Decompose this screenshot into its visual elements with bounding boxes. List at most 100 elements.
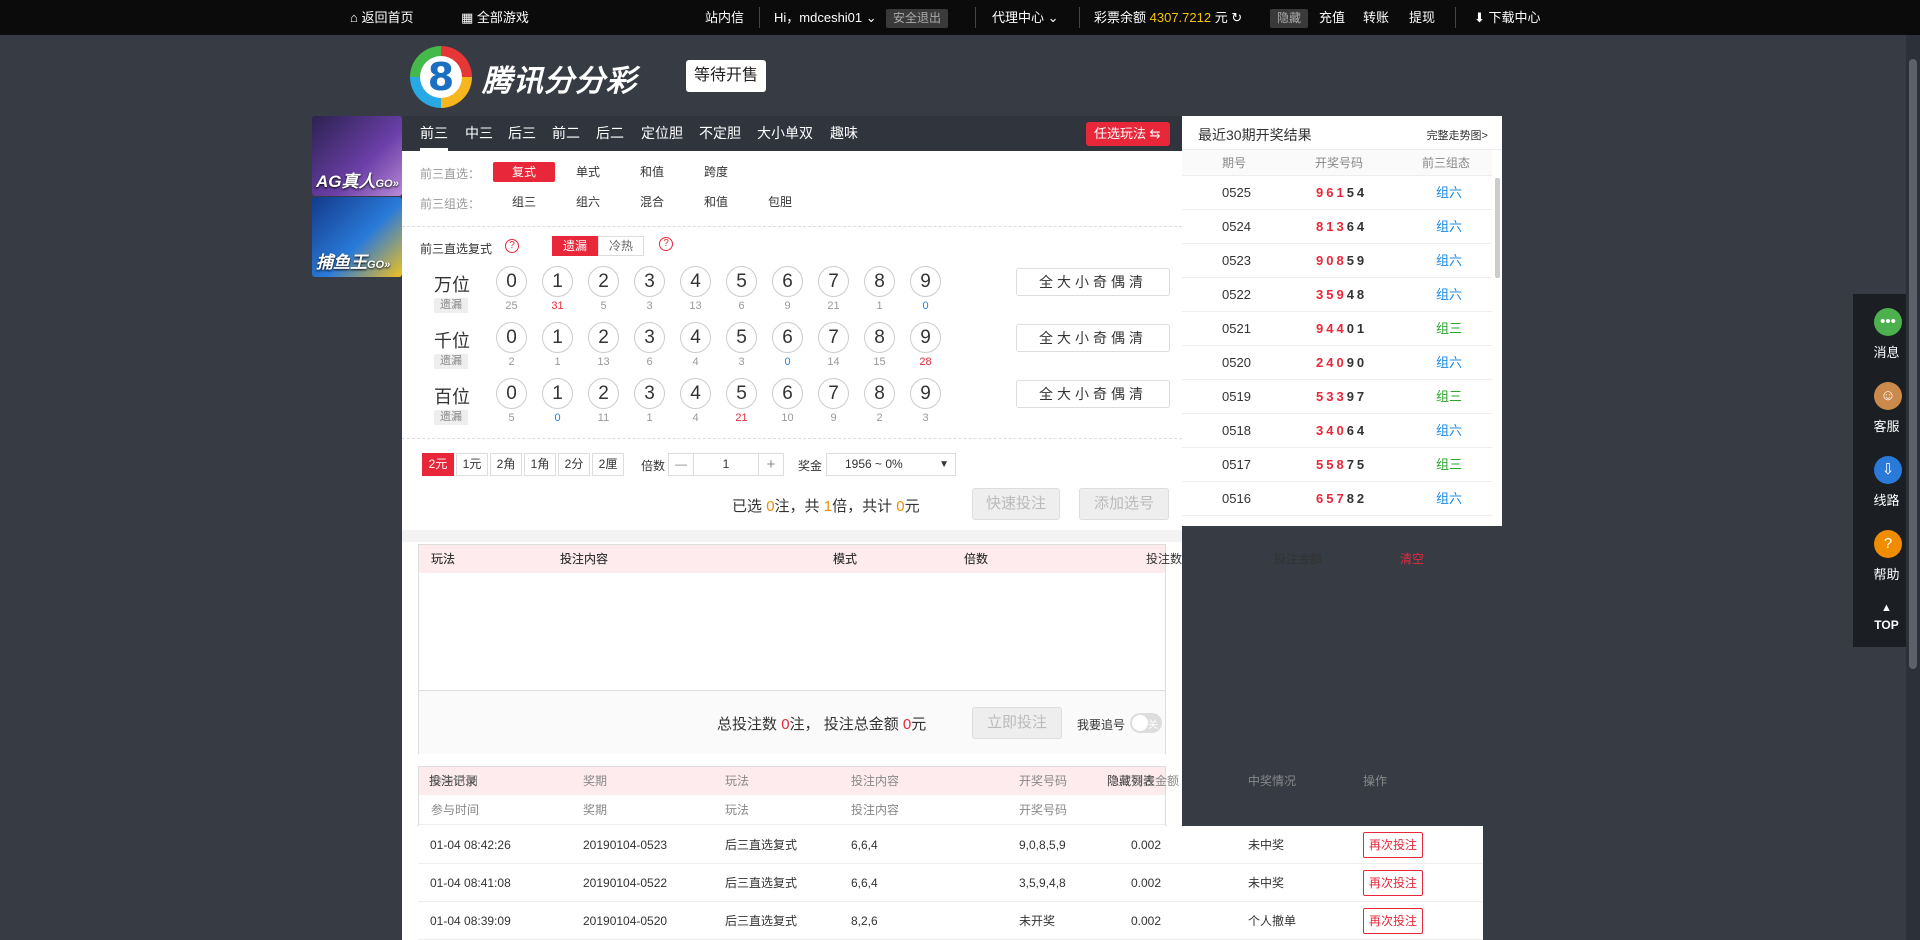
number-ball[interactable]: 2: [588, 266, 619, 297]
tab-size-odd-even[interactable]: 大小单双: [757, 116, 813, 151]
number-ball[interactable]: 7: [818, 266, 849, 297]
number-ball[interactable]: 5: [726, 266, 757, 297]
number-ball[interactable]: 4: [680, 266, 711, 297]
scrollbar-thumb[interactable]: [1909, 59, 1917, 669]
play-mixed[interactable]: 混合: [621, 192, 683, 212]
play-include[interactable]: 包胆: [749, 192, 811, 212]
tab-back-three[interactable]: 后三: [508, 116, 536, 151]
result-row: 0525 96154 组六: [1182, 176, 1492, 210]
results-columns: 期号 开奖号码 前三组态: [1182, 150, 1492, 176]
results-scrollbar[interactable]: [1495, 178, 1500, 278]
recent-results-panel: 最近30期开奖结果 完整走势图> 期号 开奖号码 前三组态 0525 96154 组…: [1182, 116, 1502, 526]
number-ball[interactable]: 1: [542, 266, 573, 297]
tab-front-three[interactable]: 前三: [420, 116, 448, 151]
ag-live-promo[interactable]: AG真人GO»: [312, 116, 402, 196]
unit-1jiao[interactable]: 1角: [524, 453, 556, 476]
number-ball[interactable]: 9: [910, 378, 941, 409]
help-icon[interactable]: ?: [659, 237, 673, 251]
number-ball[interactable]: 6: [772, 266, 803, 297]
number-ball[interactable]: 9: [910, 266, 941, 297]
number-ball[interactable]: 8: [864, 266, 895, 297]
rebet-button[interactable]: 再次投注: [1363, 908, 1423, 934]
multiple-plus-button[interactable]: +: [758, 453, 784, 476]
quick-select-buttons[interactable]: 全大小奇偶清: [1016, 268, 1170, 296]
unit-2fen[interactable]: 2分: [558, 453, 590, 476]
number-ball[interactable]: 2: [588, 378, 619, 409]
number-ball[interactable]: 8: [864, 322, 895, 353]
tab-back-two[interactable]: 后二: [596, 116, 624, 151]
number-ball[interactable]: 6: [772, 322, 803, 353]
tab-fun[interactable]: 趣味: [830, 116, 858, 151]
play-group-six[interactable]: 组六: [557, 192, 619, 212]
home-link[interactable]: ⌂ 返回首页: [350, 0, 414, 35]
clear-cart-link[interactable]: 清空: [1400, 545, 1424, 573]
miss-toggle[interactable]: 遗漏: [552, 236, 598, 256]
quick-select-buttons[interactable]: 全大小奇偶清: [1016, 324, 1170, 352]
rebet-button[interactable]: 再次投注: [1363, 832, 1423, 858]
tab-not-position[interactable]: 不定胆: [699, 116, 741, 151]
number-ball[interactable]: 1: [542, 378, 573, 409]
number-ball[interactable]: 0: [496, 378, 527, 409]
transfer-link[interactable]: 转账: [1363, 0, 1389, 35]
number-ball[interactable]: 8: [864, 378, 895, 409]
quick-select-buttons[interactable]: 全大小奇偶清: [1016, 380, 1170, 408]
tab-front-two[interactable]: 前二: [552, 116, 580, 151]
cart-footer: 总投注数 0注， 投注总金额 0元 立即投注 我要追号 关: [419, 690, 1165, 754]
prize-select[interactable]: 1956 ~ 0% ▼: [826, 453, 956, 476]
number-ball[interactable]: 4: [680, 378, 711, 409]
number-ball[interactable]: 5: [726, 378, 757, 409]
number-ball[interactable]: 7: [818, 322, 849, 353]
hide-balance-button[interactable]: 隐藏: [1270, 0, 1309, 35]
withdraw-link[interactable]: 提现: [1409, 0, 1435, 35]
user-menu[interactable]: Hi，mdceshi01 ⌄: [774, 0, 877, 35]
number-ball[interactable]: 2: [588, 322, 619, 353]
hot-cold-toggle[interactable]: 冷热: [598, 236, 644, 256]
number-ball[interactable]: 1: [542, 322, 573, 353]
play-sum[interactable]: 和值: [621, 162, 683, 182]
multiple-input[interactable]: 1: [693, 453, 759, 476]
add-number-button[interactable]: 添加选号: [1079, 488, 1169, 520]
unit-2jiao[interactable]: 2角: [490, 453, 522, 476]
top-bar: ⌂ 返回首页 ▦ 全部游戏 站内信 Hi，mdceshi01 ⌄ 安全退出 代理…: [0, 0, 1920, 35]
page-scrollbar[interactable]: [1906, 35, 1920, 940]
bet-now-button[interactable]: 立即投注: [972, 707, 1062, 739]
play-compound[interactable]: 复式: [493, 162, 555, 182]
tab-middle-three[interactable]: 中三: [465, 116, 493, 151]
number-ball[interactable]: 4: [680, 322, 711, 353]
help-icon[interactable]: ?: [505, 239, 519, 253]
help-icon: ?: [1874, 530, 1902, 558]
unit-1yuan[interactable]: 1元: [456, 453, 488, 476]
unit-2li[interactable]: 2厘: [592, 453, 624, 476]
messages-link[interactable]: 站内信: [705, 0, 744, 35]
number-ball[interactable]: 6: [772, 378, 803, 409]
logout-button[interactable]: 安全退出: [886, 0, 949, 35]
all-games-link[interactable]: ▦ 全部游戏: [461, 0, 529, 35]
unit-2yuan[interactable]: 2元: [422, 453, 454, 476]
number-ball[interactable]: 0: [496, 322, 527, 353]
rebet-button[interactable]: 再次投注: [1363, 870, 1423, 896]
multiple-minus-button[interactable]: —: [668, 453, 694, 476]
play-single[interactable]: 单式: [557, 162, 619, 182]
number-ball[interactable]: 3: [634, 378, 665, 409]
result-numbers: 53397: [1316, 380, 1367, 414]
play-group-sum[interactable]: 和值: [685, 192, 747, 212]
optional-play-button[interactable]: 任选玩法 ⇆: [1086, 122, 1170, 146]
fishing-king-promo[interactable]: 捕鱼王GO»: [312, 197, 402, 277]
play-span[interactable]: 跨度: [685, 162, 747, 182]
agent-center-menu[interactable]: 代理中心 ⌄: [992, 0, 1059, 35]
result-row: 0524 81364 组六: [1182, 210, 1492, 244]
number-ball[interactable]: 3: [634, 322, 665, 353]
play-group-three[interactable]: 组三: [493, 192, 555, 212]
number-ball[interactable]: 7: [818, 378, 849, 409]
download-center-link[interactable]: ⬇ 下载中心: [1474, 0, 1541, 35]
number-ball[interactable]: 9: [910, 322, 941, 353]
recharge-link[interactable]: 充值: [1319, 0, 1345, 35]
number-ball[interactable]: 5: [726, 322, 757, 353]
tab-position[interactable]: 定位胆: [641, 116, 683, 151]
number-ball[interactable]: 3: [634, 266, 665, 297]
quick-bet-button[interactable]: 快速投注: [972, 488, 1060, 520]
full-trend-link[interactable]: 完整走势图>: [1427, 127, 1488, 143]
number-ball[interactable]: 0: [496, 266, 527, 297]
refresh-icon[interactable]: ↻: [1231, 10, 1242, 25]
chase-switch[interactable]: 关: [1130, 713, 1162, 733]
